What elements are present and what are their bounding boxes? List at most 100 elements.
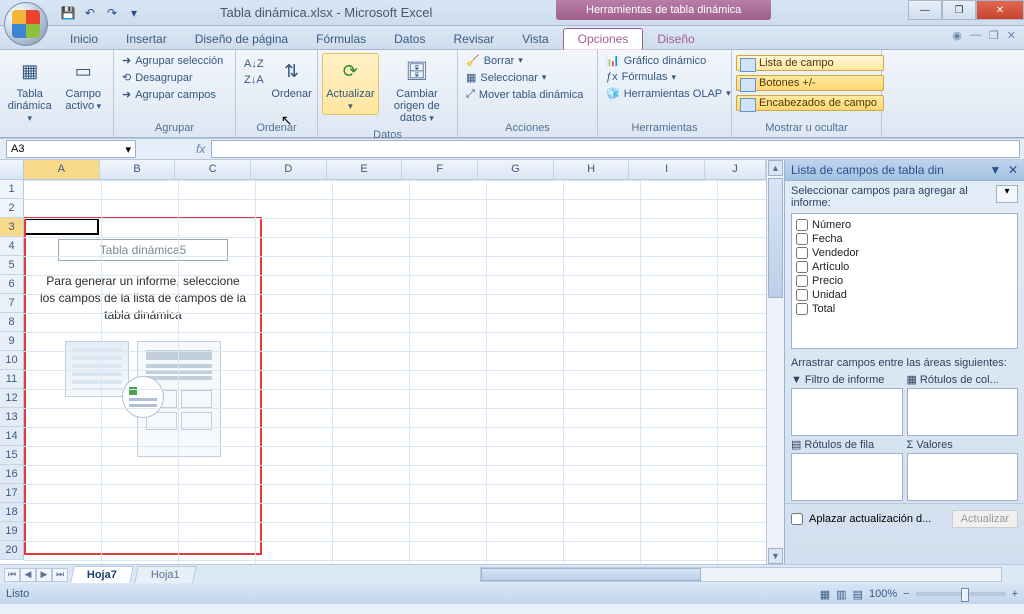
field-panel-layout-btn[interactable]: ▾ [996, 185, 1018, 203]
field-checkbox[interactable] [796, 303, 808, 315]
field-list[interactable]: NúmeroFechaVendedorArtículoPrecioUnidadT… [791, 213, 1018, 349]
col-header-E[interactable]: E [327, 160, 403, 179]
tab-diseno-pagina[interactable]: Diseño de página [181, 29, 302, 49]
btn-grafico-dinamico[interactable]: 📊Gráfico dinámico [602, 53, 735, 68]
field-checkbox[interactable] [796, 247, 808, 259]
horizontal-scrollbar[interactable] [480, 567, 1002, 582]
btn-sort-desc[interactable]: Z↓A [240, 73, 268, 87]
field-item[interactable]: Número [796, 218, 1013, 232]
name-box[interactable]: A3▾ [6, 140, 136, 158]
view-layout-icon[interactable]: ▥ [836, 588, 846, 601]
field-checkbox[interactable] [796, 219, 808, 231]
row-header-3[interactable]: 3 [0, 218, 24, 237]
field-item[interactable]: Unidad [796, 288, 1013, 302]
area-rows-box[interactable] [791, 453, 903, 501]
row-header-20[interactable]: 20 [0, 541, 24, 560]
field-checkbox[interactable] [796, 233, 808, 245]
row-header-2[interactable]: 2 [0, 199, 24, 218]
window-minimize[interactable]: — [908, 0, 942, 20]
office-button[interactable] [4, 2, 48, 46]
fx-label[interactable]: fx [196, 142, 205, 156]
area-filter-box[interactable] [791, 388, 903, 436]
col-header-A[interactable]: A [24, 160, 100, 179]
zoom-out[interactable]: − [903, 588, 909, 600]
btn-actualizar[interactable]: ⟳ Actualizar [322, 53, 379, 115]
qat-redo[interactable]: ↷ [102, 3, 122, 23]
qat-save[interactable]: 💾 [58, 3, 78, 23]
row-header-12[interactable]: 12 [0, 389, 24, 408]
sheet-nav-prev[interactable]: ◀ [20, 568, 36, 582]
col-header-D[interactable]: D [251, 160, 327, 179]
tab-insertar[interactable]: Insertar [112, 29, 181, 49]
btn-ordenar[interactable]: ⇅ Ordenar ↖ [270, 53, 314, 103]
row-header-16[interactable]: 16 [0, 465, 24, 484]
qat-undo[interactable]: ↶ [80, 3, 100, 23]
row-header-11[interactable]: 11 [0, 370, 24, 389]
zoom-slider[interactable] [916, 592, 1006, 596]
col-header-H[interactable]: H [554, 160, 630, 179]
tab-vista[interactable]: Vista [508, 29, 562, 49]
row-header-10[interactable]: 10 [0, 351, 24, 370]
tab-opciones[interactable]: Opciones [563, 28, 644, 50]
col-header-B[interactable]: B [100, 160, 176, 179]
field-item[interactable]: Precio [796, 274, 1013, 288]
col-header-F[interactable]: F [402, 160, 478, 179]
row-header-14[interactable]: 14 [0, 427, 24, 446]
btn-tabla-dinamica[interactable]: ▦ Tabla dinámica [4, 53, 56, 127]
btn-agrupar-seleccion[interactable]: ➜Agrupar selección [118, 53, 227, 68]
sheet-nav-last[interactable]: ⏭ [52, 568, 68, 582]
btn-borrar[interactable]: 🧹Borrar [462, 53, 587, 68]
doc-minimize[interactable]: — [970, 29, 981, 42]
row-header-18[interactable]: 18 [0, 503, 24, 522]
row-header-9[interactable]: 9 [0, 332, 24, 351]
col-header-C[interactable]: C [175, 160, 251, 179]
row-header-1[interactable]: 1 [0, 180, 24, 199]
toggle-encabezados[interactable]: Encabezados de campo [736, 95, 884, 111]
doc-restore[interactable]: ❐ [989, 29, 999, 42]
field-checkbox[interactable] [796, 289, 808, 301]
spreadsheet-grid[interactable]: ABCDEFGHIJ 12345678910111213141516171819… [0, 160, 766, 564]
row-header-8[interactable]: 8 [0, 313, 24, 332]
vertical-scrollbar[interactable]: ▲ ▼ [766, 160, 784, 564]
field-checkbox[interactable] [796, 261, 808, 273]
col-header-G[interactable]: G [478, 160, 554, 179]
defer-update-checkbox[interactable] [791, 513, 803, 525]
sheet-tab-other[interactable]: Hoja1 [134, 566, 196, 583]
field-item[interactable]: Vendedor [796, 246, 1013, 260]
row-header-13[interactable]: 13 [0, 408, 24, 427]
btn-seleccionar[interactable]: ▦Seleccionar [462, 70, 587, 85]
zoom-level[interactable]: 100% [869, 588, 897, 600]
btn-campo-activo[interactable]: ▭ Campo activo [58, 53, 110, 115]
tab-revisar[interactable]: Revisar [439, 29, 508, 49]
btn-desagrupar[interactable]: ⟲Desagrupar [118, 70, 227, 85]
field-item[interactable]: Total [796, 302, 1013, 316]
area-vals-box[interactable] [907, 453, 1019, 501]
row-header-19[interactable]: 19 [0, 522, 24, 541]
window-close[interactable]: ✕ [976, 0, 1024, 20]
btn-agrupar-campos[interactable]: ➜Agrupar campos [118, 87, 227, 102]
select-all-corner[interactable] [0, 160, 24, 180]
tab-formulas[interactable]: Fórmulas [302, 29, 380, 49]
btn-sort-asc[interactable]: A↓Z [240, 57, 268, 71]
btn-mover[interactable]: ⤢Mover tabla dinámica [462, 87, 587, 102]
toggle-lista-campo[interactable]: Lista de campo [736, 55, 884, 71]
tab-diseno[interactable]: Diseño [643, 29, 708, 49]
qat-customize[interactable]: ▾ [124, 3, 144, 23]
doc-help[interactable]: ◉ [952, 29, 962, 42]
col-header-J[interactable]: J [705, 160, 766, 179]
window-maximize[interactable]: ❐ [942, 0, 976, 20]
zoom-in[interactable]: + [1012, 588, 1018, 600]
row-header-15[interactable]: 15 [0, 446, 24, 465]
row-header-7[interactable]: 7 [0, 294, 24, 313]
field-panel-close[interactable]: ✕ [1008, 163, 1018, 177]
tab-inicio[interactable]: Inicio [56, 29, 112, 49]
sheet-nav-first[interactable]: ⏮ [4, 568, 20, 582]
doc-close[interactable]: ✕ [1007, 29, 1016, 42]
area-cols-box[interactable] [907, 388, 1019, 436]
formula-bar[interactable] [211, 140, 1020, 158]
btn-cambiar-origen[interactable]: 🗄 Cambiar origen de datos [381, 53, 453, 127]
row-header-4[interactable]: 4 [0, 237, 24, 256]
sheet-nav-next[interactable]: ▶ [36, 568, 52, 582]
tab-datos[interactable]: Datos [380, 29, 439, 49]
update-button[interactable]: Actualizar [952, 510, 1018, 528]
